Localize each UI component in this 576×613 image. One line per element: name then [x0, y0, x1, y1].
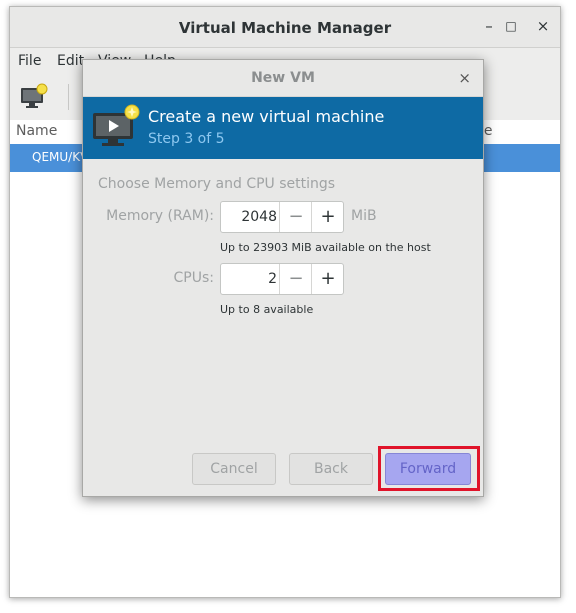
- memory-value[interactable]: 2048: [221, 209, 277, 225]
- new-vm-icon: [91, 103, 141, 149]
- toolbar-separator: [68, 84, 69, 110]
- monitor-icon: [21, 83, 48, 108]
- cancel-button[interactable]: Cancel: [192, 453, 276, 485]
- wizard-banner: Create a new virtual machine Step 3 of 5: [83, 97, 483, 159]
- banner-title: Create a new virtual machine: [148, 107, 385, 126]
- column-name-header[interactable]: Name: [16, 123, 57, 139]
- cpus-hint: Up to 8 available: [220, 303, 314, 316]
- dialog-titlebar[interactable]: New VM ×: [83, 60, 483, 97]
- dialog-title: New VM: [251, 70, 315, 86]
- cpus-decrement-button[interactable]: −: [279, 264, 312, 294]
- memory-label: Memory (RAM):: [106, 208, 214, 224]
- forward-button[interactable]: Forward: [385, 453, 471, 485]
- banner-step: Step 3 of 5: [148, 131, 225, 147]
- menu-file[interactable]: File: [18, 53, 41, 69]
- menu-edit[interactable]: Edit: [57, 53, 84, 69]
- dialog-close-icon[interactable]: ×: [458, 69, 471, 87]
- close-icon[interactable]: ×: [534, 17, 552, 35]
- cpus-spinbutton[interactable]: 2 − +: [220, 263, 344, 295]
- cpus-label: CPUs:: [173, 270, 214, 286]
- cpus-increment-button[interactable]: +: [311, 264, 344, 294]
- maximize-icon[interactable]: □: [502, 17, 520, 35]
- window-title: Virtual Machine Manager: [178, 19, 392, 37]
- memory-decrement-button[interactable]: −: [279, 202, 312, 232]
- section-heading: Choose Memory and CPU settings: [98, 176, 336, 192]
- back-button[interactable]: Back: [289, 453, 373, 485]
- memory-increment-button[interactable]: +: [311, 202, 344, 232]
- cpus-value[interactable]: 2: [221, 271, 277, 287]
- main-titlebar[interactable]: Virtual Machine Manager – □ ×: [10, 7, 560, 48]
- new-vm-dialog: New VM × Create a new virtual machine St…: [82, 59, 484, 497]
- memory-unit: MiB: [351, 208, 377, 224]
- new-vm-button[interactable]: [18, 82, 50, 112]
- memory-spinbutton[interactable]: 2048 − +: [220, 201, 344, 233]
- minimize-icon[interactable]: –: [480, 17, 498, 35]
- memory-hint: Up to 23903 MiB available on the host: [220, 241, 431, 254]
